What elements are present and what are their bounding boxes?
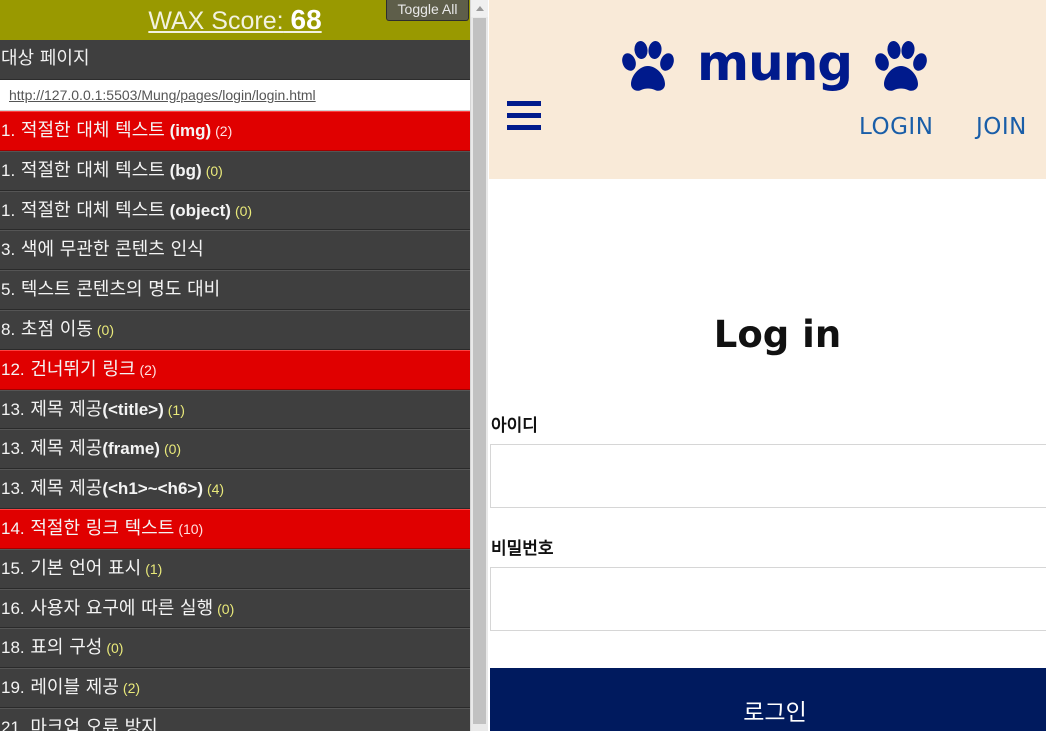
- password-field[interactable]: [490, 567, 1046, 631]
- check-item[interactable]: 3. 색에 무관한 콘텐츠 인식: [0, 230, 470, 271]
- check-name: 표의 구성: [30, 637, 103, 659]
- check-number: 19.: [1, 678, 25, 698]
- check-name: 적절한 링크 텍스트: [30, 517, 175, 539]
- check-count: (0): [163, 441, 182, 458]
- check-name: 건너뛰기 링크: [30, 358, 136, 380]
- check-number: 5.: [1, 280, 16, 300]
- check-count: (1): [145, 560, 163, 577]
- check-number: 21.: [1, 717, 25, 731]
- check-list: 1. 적절한 대체 텍스트 (img) (2) 1. 적절한 대체 텍스트 (bg)…: [0, 111, 470, 731]
- check-item[interactable]: 5. 텍스트 콘텐츠의 명도 대비: [0, 270, 470, 310]
- wax-score-label: WAX Score:: [148, 7, 284, 35]
- check-item[interactable]: 13. 제목 제공(<title>) (1): [0, 389, 470, 430]
- check-suffix: (img): [164, 121, 212, 140]
- check-name: 색에 무관한 콘텐츠 인식: [20, 239, 204, 261]
- password-label: 비밀번호: [491, 539, 554, 559]
- check-count: (0): [217, 600, 235, 617]
- site-header: mung LOGIN JOIN: [489, 0, 1046, 179]
- check-name: 적절한 대체 텍스트: [20, 159, 165, 181]
- check-number: 15.: [1, 558, 25, 578]
- check-suffix: (<title>): [102, 399, 164, 419]
- check-name: 초점 이동: [20, 318, 93, 340]
- check-item[interactable]: 21. 마크업 오류 방지: [0, 707, 470, 731]
- check-number: 1.: [1, 160, 16, 180]
- check-count: (0): [106, 640, 124, 657]
- check-count: (10): [178, 520, 204, 537]
- check-number: 12.: [1, 359, 25, 379]
- check-item[interactable]: 19. 레이블 제공 (2): [0, 668, 470, 708]
- check-item[interactable]: 18. 표의 구성 (0): [0, 628, 470, 669]
- logo-text: mung: [697, 34, 853, 92]
- check-count: (0): [96, 321, 115, 338]
- target-page-label: 대상 페이지: [0, 40, 470, 80]
- check-item[interactable]: 14. 적절한 링크 텍스트 (10): [0, 508, 470, 549]
- logo[interactable]: mung: [619, 34, 930, 98]
- check-number: 16.: [1, 598, 25, 618]
- check-suffix: (bg): [164, 160, 202, 180]
- check-item[interactable]: 8. 초점 이동 (0): [0, 309, 470, 350]
- check-item[interactable]: 15. 기본 언어 표시 (1): [0, 548, 470, 589]
- check-name: 레이블 제공: [30, 677, 119, 699]
- paw-icon: [875, 41, 927, 91]
- check-item[interactable]: 16. 사용자 요구에 따른 실행 (0): [0, 588, 470, 629]
- check-number: 1.: [1, 200, 16, 220]
- nav-join-link[interactable]: JOIN: [976, 114, 1027, 140]
- check-number: 8.: [1, 319, 16, 339]
- login-button[interactable]: 로그인: [490, 668, 1046, 731]
- check-item[interactable]: 1. 적절한 대체 텍스트 (object) (0): [0, 190, 470, 231]
- id-field[interactable]: [490, 444, 1046, 508]
- toggle-all-button[interactable]: Toggle All: [386, 0, 469, 21]
- check-name: 기본 언어 표시: [30, 557, 142, 579]
- check-count: (2): [215, 123, 233, 139]
- check-count: (1): [167, 401, 185, 418]
- check-count: (2): [139, 361, 157, 378]
- hamburger-menu-icon[interactable]: [507, 99, 541, 133]
- page-title: Log in: [713, 313, 842, 356]
- check-name: 제목 제공: [30, 478, 103, 500]
- id-label: 아이디: [491, 416, 538, 436]
- check-name: 제목 제공: [30, 398, 103, 420]
- check-name: 사용자 요구에 따른 실행: [30, 597, 214, 619]
- check-count: (2): [122, 680, 141, 697]
- paw-icon: [622, 41, 674, 91]
- target-url-link[interactable]: http://127.0.0.1:5503/Mung/pages/login/l…: [9, 87, 316, 103]
- wax-score: WAX Score: 68: [148, 4, 321, 36]
- check-item[interactable]: 13. 제목 제공(frame) (0): [0, 429, 470, 470]
- site-page: mung LOGIN JOIN Log in 아이디 비밀번호 로그인: [489, 0, 1046, 731]
- check-name: 텍스트 콘텐츠의 명도 대비: [20, 279, 221, 301]
- check-number: 13.: [1, 439, 25, 459]
- check-count: (0): [205, 162, 223, 179]
- target-url-box: http://127.0.0.1:5503/Mung/pages/login/l…: [0, 80, 470, 111]
- nav-login-link[interactable]: LOGIN: [859, 114, 933, 140]
- check-number: 13.: [1, 479, 25, 499]
- check-number: 18.: [1, 638, 25, 658]
- check-name: 적절한 대체 텍스트: [20, 199, 165, 221]
- scroll-thumb[interactable]: [473, 18, 486, 724]
- check-item[interactable]: 1. 적절한 대체 텍스트 (img) (2): [0, 111, 470, 151]
- check-item[interactable]: 12. 건너뛰기 링크 (2): [0, 349, 470, 390]
- wax-score-value: 68: [290, 4, 322, 35]
- check-number: 1.: [1, 121, 16, 140]
- check-number: 13.: [1, 399, 25, 419]
- check-number: 14.: [1, 518, 25, 538]
- check-suffix: (object): [164, 200, 231, 220]
- scroll-up-arrow-icon[interactable]: [471, 0, 488, 17]
- check-item[interactable]: 13. 제목 제공(<h1>~<h6>) (4): [0, 469, 470, 509]
- scrollbar[interactable]: [470, 0, 488, 731]
- check-count: (0): [234, 202, 253, 219]
- wax-panel: WAX Score: 68 Toggle All 대상 페이지 http://1…: [0, 0, 470, 731]
- check-suffix: (frame): [102, 439, 160, 459]
- check-number: 3.: [1, 240, 16, 260]
- check-name: 적절한 대체 텍스트: [20, 120, 165, 141]
- check-count: (4): [206, 481, 225, 498]
- check-name: 마크업 오류 방지: [30, 716, 158, 731]
- check-name: 제목 제공: [30, 438, 103, 460]
- check-item[interactable]: 1. 적절한 대체 텍스트 (bg) (0): [0, 150, 470, 191]
- check-suffix: (<h1>~<h6>): [102, 479, 203, 499]
